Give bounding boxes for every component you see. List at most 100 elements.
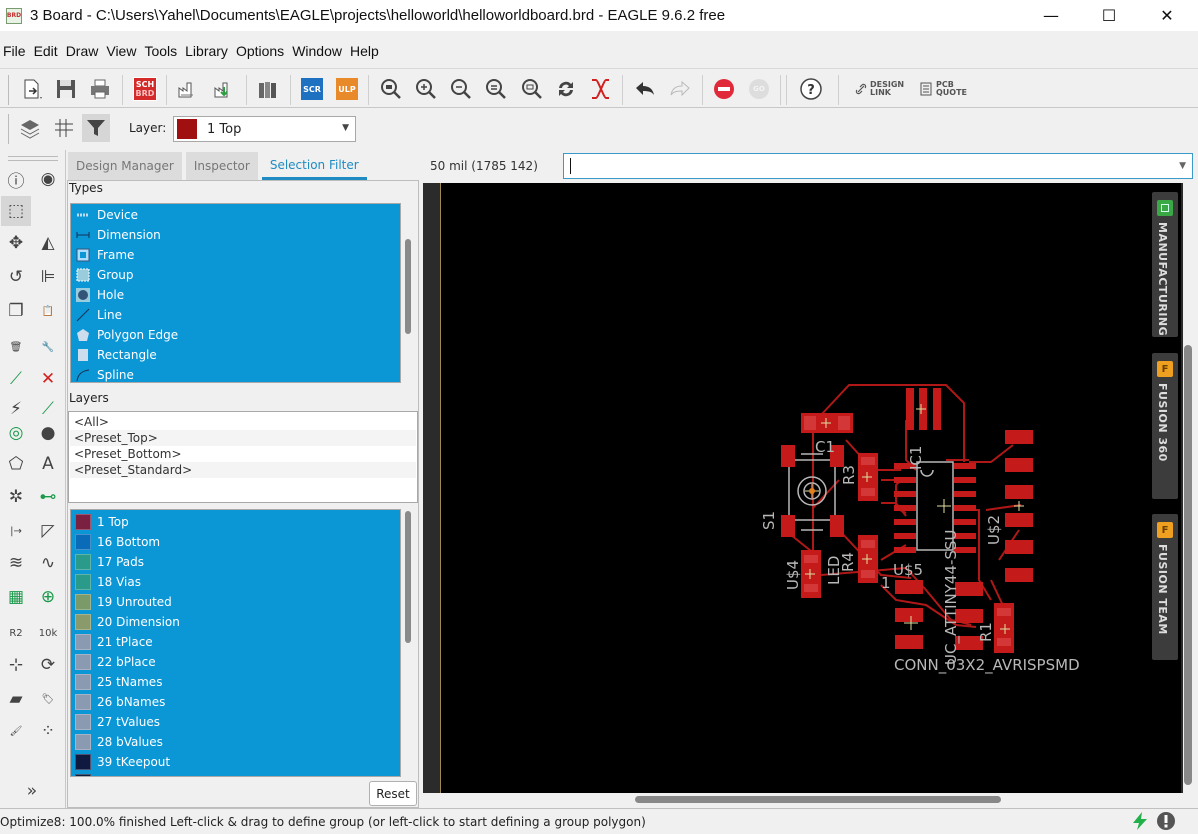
swap-tool[interactable]: ⟳ xyxy=(33,650,63,680)
add-part-tool[interactable]: ⊕ xyxy=(33,582,63,612)
open-button[interactable] xyxy=(20,77,44,101)
menu-help[interactable]: Help xyxy=(347,43,384,59)
warnings-button[interactable] xyxy=(1154,810,1178,832)
menu-file[interactable]: File xyxy=(0,43,31,59)
zoom-out-button[interactable] xyxy=(449,77,473,101)
group-select-tool[interactable]: ⬚ xyxy=(1,196,31,226)
menu-options[interactable]: Options xyxy=(233,43,289,59)
more-tool[interactable]: » xyxy=(17,776,47,806)
menu-draw[interactable]: Draw xyxy=(63,43,104,59)
layer-item[interactable]: 27 tValues xyxy=(71,712,400,732)
ratsnest-button[interactable] xyxy=(588,77,612,101)
layer-item[interactable]: 22 bPlace xyxy=(71,652,400,672)
library-button[interactable] xyxy=(256,77,280,101)
save-button[interactable] xyxy=(54,77,78,101)
redo-button[interactable] xyxy=(668,77,692,101)
pcb-quote-button[interactable]: PCB QUOTE xyxy=(920,77,975,101)
layer-select[interactable]: 1 Top ▼ xyxy=(173,116,356,142)
layer-preset-item[interactable]: <Preset_Bottom> xyxy=(70,446,416,462)
type-item-group[interactable]: Group xyxy=(71,265,400,285)
selection-filter-button[interactable] xyxy=(82,114,110,142)
fusion-360-panel-tab[interactable]: F FUSION 360 xyxy=(1152,353,1178,499)
undo-button[interactable] xyxy=(633,77,657,101)
menu-view[interactable]: View xyxy=(103,43,141,59)
layer-preset-item[interactable]: <All> xyxy=(70,414,416,430)
type-item-line[interactable]: Line xyxy=(71,305,400,325)
go-button[interactable]: GO xyxy=(747,77,771,101)
layer-item[interactable]: 1 Top xyxy=(71,512,400,532)
type-item-rectangle[interactable]: Rectangle xyxy=(71,345,400,365)
copy-tool[interactable]: ❐ xyxy=(1,296,31,326)
grid-button[interactable] xyxy=(52,116,76,140)
polygon-tool[interactable]: ⬠ xyxy=(1,449,31,479)
zoom-in-button[interactable] xyxy=(414,77,438,101)
rotate-tool[interactable]: ↺ xyxy=(1,262,31,292)
sch-brd-switch-button[interactable]: SCH BRD xyxy=(133,77,157,101)
board-canvas[interactable]: C1 IC1 S1 R3 R4 U$4 LED U$5 U$2 R1 UC_AT… xyxy=(440,183,1181,793)
manufacturing-export-button[interactable] xyxy=(212,77,236,101)
layers-scrollbar[interactable] xyxy=(405,511,411,643)
menu-edit[interactable]: Edit xyxy=(31,43,63,59)
type-item-polygon-edge[interactable]: Polygon Edge xyxy=(71,325,400,345)
attribute-tool[interactable]: 🏷 xyxy=(33,684,63,714)
layer-item[interactable]: 40 bKeepout xyxy=(71,772,400,776)
layer-item[interactable]: 25 tNames xyxy=(71,672,400,692)
zoom-fit-button[interactable] xyxy=(379,77,403,101)
horizontal-scrollbar[interactable] xyxy=(635,796,1001,803)
types-scrollbar[interactable] xyxy=(405,239,411,334)
layer-item[interactable]: 18 Vias xyxy=(71,572,400,592)
maximize-button[interactable]: ☐ xyxy=(1080,0,1138,31)
close-button[interactable]: ✕ xyxy=(1138,0,1196,31)
layer-item[interactable]: 39 tKeepout xyxy=(71,752,400,772)
mirror-tool[interactable]: ◭ xyxy=(33,228,63,258)
reset-button[interactable]: Reset xyxy=(369,781,417,806)
replace-tool[interactable]: ⊹ xyxy=(1,650,31,680)
zoom-window-button[interactable] xyxy=(520,77,544,101)
hole-tool-tool[interactable]: ● xyxy=(33,418,63,448)
minimize-button[interactable]: — xyxy=(1022,0,1080,31)
tab-inspector[interactable]: Inspector xyxy=(185,152,258,180)
paint-tool[interactable]: 🖌 xyxy=(1,716,31,746)
tab-design-manager[interactable]: Design Manager xyxy=(68,152,182,180)
zoom-select-button[interactable] xyxy=(484,77,508,101)
print-button[interactable] xyxy=(88,77,112,101)
meander-tool[interactable]: ≋ xyxy=(1,548,31,578)
chevron-down-icon[interactable]: ▼ xyxy=(1179,161,1186,171)
vertical-scrollbar[interactable] xyxy=(1184,345,1192,785)
text-tool[interactable]: A xyxy=(33,449,63,479)
layer-preset-item[interactable]: <Preset_Top> xyxy=(70,430,416,446)
layer-item[interactable]: 28 bValues xyxy=(71,732,400,752)
help-button[interactable]: ? xyxy=(799,77,823,101)
circle-dots-tool[interactable]: ⁘ xyxy=(33,716,63,746)
design-rule-status-button[interactable] xyxy=(1128,810,1152,832)
stop-button[interactable] xyxy=(712,77,736,101)
menu-library[interactable]: Library xyxy=(182,43,233,59)
types-list[interactable]: Device Dimension Frame Group Hole Line Polygon… xyxy=(70,203,401,383)
signal-tool[interactable]: ✲ xyxy=(1,482,31,512)
layer-item[interactable]: 19 Unrouted xyxy=(71,592,400,612)
wrench-tool[interactable]: 🔧 xyxy=(33,332,63,362)
type-item-device[interactable]: Device xyxy=(71,205,400,225)
script-button[interactable]: SCR xyxy=(300,77,324,101)
show-tool[interactable]: ◉ xyxy=(33,164,63,194)
arc-tool[interactable]: |→ xyxy=(1,516,31,546)
layer-settings-button[interactable] xyxy=(18,116,42,140)
type-item-spline[interactable]: Spline xyxy=(71,365,400,385)
value-tool[interactable]: 10k xyxy=(33,618,63,648)
ripup-tool[interactable]: ✕ xyxy=(33,364,63,394)
add-package-tool[interactable]: ▦ xyxy=(1,582,31,612)
skew-tool[interactable]: ∿ xyxy=(33,548,63,578)
ulp-button[interactable]: ULP xyxy=(335,77,359,101)
type-item-dimension[interactable]: Dimension xyxy=(71,225,400,245)
wire-tool[interactable]: ⊷ xyxy=(33,482,63,512)
delete-tool[interactable]: 🗑 xyxy=(1,332,31,362)
via-tool[interactable]: ◎ xyxy=(1,418,31,448)
package-tool[interactable]: ▰ xyxy=(1,684,31,714)
name-tool[interactable]: R2 xyxy=(1,618,31,648)
info-tool[interactable]: ⓘ xyxy=(1,164,31,194)
design-link-button[interactable]: DESIGN LINK xyxy=(855,77,910,101)
layers-list[interactable]: 1 Top 16 Bottom 17 Pads 18 Vias 19 Unrouted 2… xyxy=(70,509,401,777)
command-line-input[interactable]: ▼ xyxy=(563,153,1193,179)
layer-item[interactable]: 16 Bottom xyxy=(71,532,400,552)
menu-window[interactable]: Window xyxy=(289,43,347,59)
